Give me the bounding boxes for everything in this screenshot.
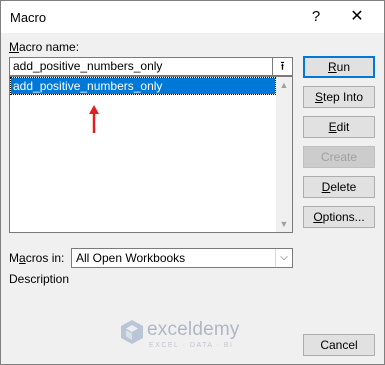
cancel-button[interactable]: Cancel — [303, 334, 375, 356]
run-button[interactable]: Run — [303, 56, 375, 78]
macros-in-value: All Open Workbooks — [76, 251, 186, 265]
macros-in-select[interactable]: All Open Workbooks ⌵ — [71, 248, 293, 268]
list-item[interactable]: add_positive_numbers_only — [10, 77, 276, 95]
delete-button[interactable]: Delete — [303, 176, 375, 198]
options-button[interactable]: Options... — [303, 206, 375, 228]
chevron-down-icon[interactable]: ⌵ — [275, 249, 292, 267]
list-scrollbar[interactable]: ▲ ▼ — [276, 77, 292, 232]
create-button[interactable]: Create — [303, 146, 375, 168]
watermark-tagline: EXCEL · DATA · BI — [149, 342, 234, 349]
title-bar: Macro ? ✕ — [1, 1, 384, 33]
step-into-button[interactable]: Step Into — [303, 86, 375, 108]
help-button[interactable]: ? — [305, 6, 327, 28]
macro-name-input[interactable]: add_positive_numbers_only — [9, 57, 273, 76]
window-title: Macro — [10, 10, 47, 25]
exceldemy-logo-icon — [121, 320, 143, 344]
macro-name-value: add_positive_numbers_only — [13, 59, 163, 73]
upload-icon[interactable]: ⭱ — [273, 57, 293, 76]
watermark-name: exceldemy — [147, 319, 240, 340]
macros-in-label: Macros in: — [9, 251, 65, 265]
exceldemy-watermark: exceldemy EXCEL · DATA · BI — [119, 317, 279, 351]
edit-button[interactable]: Edit — [303, 116, 375, 138]
scroll-up-icon[interactable]: ▲ — [276, 77, 292, 93]
close-button[interactable]: ✕ — [345, 6, 369, 28]
annotation-arrow-icon — [89, 105, 99, 133]
macro-list[interactable]: add_positive_numbers_only ▲ ▼ — [9, 76, 293, 233]
macro-dialog: Macro ? ✕ Macro name: add_positive_numbe… — [0, 0, 385, 365]
scroll-down-icon[interactable]: ▼ — [276, 216, 292, 232]
description-label: Description — [9, 272, 70, 286]
macro-name-label: Macro name: — [9, 40, 80, 54]
